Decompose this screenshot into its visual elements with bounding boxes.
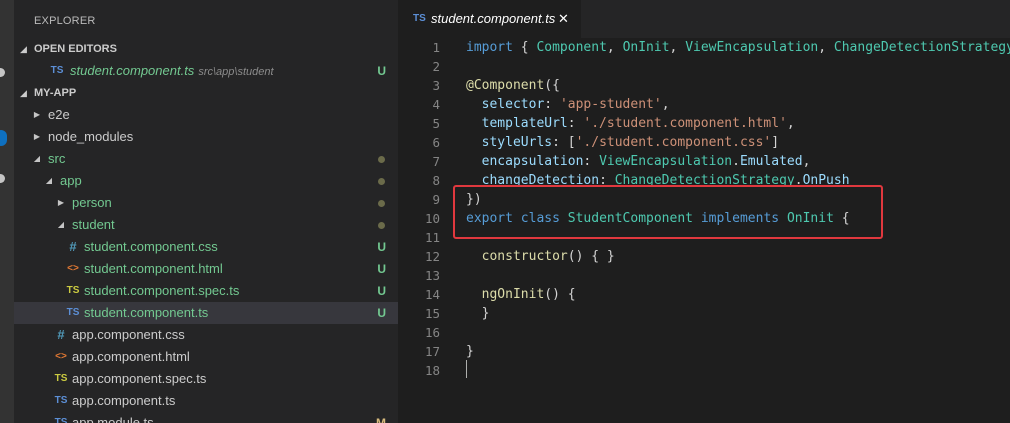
- line-number: 8: [432, 173, 440, 188]
- typescript-file-icon: TS: [54, 395, 68, 406]
- line-number: 18: [424, 363, 440, 378]
- git-status-badge: U: [377, 262, 386, 276]
- tree-file-student-ts[interactable]: TS student.component.ts U: [14, 302, 398, 324]
- tree-file-app-html[interactable]: <> app.component.html: [14, 346, 398, 368]
- git-status-badge: U: [377, 306, 386, 320]
- line-number: 1: [432, 40, 440, 55]
- tree-folder-student[interactable]: ◢ student: [14, 214, 398, 236]
- code-line: 4 selector: 'app-student',: [398, 95, 1010, 114]
- code-line: 14 ngOnInit() {: [398, 285, 1010, 304]
- css-file-icon: #: [69, 239, 77, 254]
- code-line: 1 import { Component, OnInit, ViewEncapsu…: [398, 38, 1010, 57]
- line-number: 4: [432, 97, 440, 112]
- chevron-right-icon: ▶: [57, 198, 65, 207]
- typescript-file-icon: TS: [66, 307, 80, 318]
- line-number: 14: [424, 287, 440, 302]
- line-number: 17: [424, 344, 440, 359]
- code-line: 5 templateUrl: './student.component.html…: [398, 114, 1010, 133]
- code-line: 7 encapsulation: ViewEncapsulation.Emula…: [398, 152, 1010, 171]
- git-status-badge: M: [376, 416, 386, 423]
- open-editor-path: src\app\student: [198, 66, 274, 78]
- tree-file-app-css[interactable]: # app.component.css: [14, 324, 398, 346]
- code-line: 15 }: [398, 304, 1010, 323]
- html-file-icon: <>: [55, 351, 67, 362]
- line-number: 16: [424, 325, 440, 340]
- tree-folder-e2e[interactable]: ▶ e2e: [14, 104, 398, 126]
- activity-indicator: [0, 174, 5, 183]
- line-number: 12: [424, 249, 440, 264]
- chevron-down-icon: ◢: [33, 154, 41, 163]
- modified-dot-icon: [378, 178, 385, 185]
- tree-folder-src[interactable]: ◢ src: [14, 148, 398, 170]
- modified-dot-icon: [378, 200, 385, 207]
- activity-indicator: [0, 68, 5, 77]
- tree-file-student-css[interactable]: # student.component.css U: [14, 236, 398, 258]
- annotation-highlight-box: [453, 185, 883, 239]
- tree-file-app-spec[interactable]: TS app.component.spec.ts: [14, 368, 398, 390]
- modified-dot-icon: [378, 156, 385, 163]
- open-editors-header[interactable]: ◢ OPEN EDITORS: [14, 38, 398, 60]
- line-number: 9: [432, 192, 440, 207]
- chevron-down-icon: ◢: [20, 88, 27, 98]
- code-line: 13: [398, 266, 1010, 285]
- tree-file-student-html[interactable]: <> student.component.html U: [14, 258, 398, 280]
- code-line: 12 constructor() { }: [398, 247, 1010, 266]
- git-status-badge: U: [377, 64, 386, 78]
- notification-badge-icon[interactable]: [0, 130, 7, 146]
- tree-file-student-spec[interactable]: TS student.component.spec.ts U: [14, 280, 398, 302]
- code-line: 18: [398, 361, 1010, 380]
- tab-student-component-ts[interactable]: TS student.component.ts ✕: [398, 0, 581, 38]
- chevron-down-icon: ◢: [45, 176, 53, 185]
- line-number: 3: [432, 78, 440, 93]
- code-line: 17}: [398, 342, 1010, 361]
- line-number: 11: [424, 230, 440, 245]
- typescript-file-icon: TS: [54, 417, 68, 423]
- tree-file-app-module[interactable]: TS app.module.ts M: [14, 412, 398, 423]
- code-line: 6 styleUrls: ['./student.component.css']: [398, 133, 1010, 152]
- tree-folder-node-modules[interactable]: ▶ node_modules: [14, 126, 398, 148]
- close-icon[interactable]: ✕: [558, 0, 569, 38]
- test-file-icon: TS: [54, 373, 68, 384]
- code-line: 3 @Component({: [398, 76, 1010, 95]
- code-line: 16: [398, 323, 1010, 342]
- code-line: 2: [398, 57, 1010, 76]
- line-number: 5: [432, 116, 440, 131]
- open-editor-item[interactable]: TS student.component.ts src\app\student U: [14, 60, 398, 82]
- chevron-down-icon: ◢: [20, 44, 27, 54]
- chevron-right-icon: ▶: [33, 132, 41, 141]
- chevron-right-icon: ▶: [33, 110, 41, 119]
- project-header[interactable]: ◢ MY-APP: [14, 82, 398, 104]
- typescript-file-icon: TS: [50, 65, 64, 76]
- chevron-down-icon: ◢: [57, 220, 65, 229]
- code-editor[interactable]: TS student.component.ts ✕ 1 import { Comp…: [398, 0, 1010, 423]
- line-number: 7: [432, 154, 440, 169]
- tree-folder-person[interactable]: ▶ person: [14, 192, 398, 214]
- typescript-file-icon: TS: [413, 13, 426, 24]
- line-number: 2: [432, 59, 440, 74]
- text-cursor: [466, 360, 467, 378]
- line-number: 13: [424, 268, 440, 283]
- modified-dot-icon: [378, 222, 385, 229]
- line-number: 15: [424, 306, 440, 321]
- tab-label: student.component.ts: [431, 11, 556, 26]
- code-area[interactable]: 1 import { Component, OnInit, ViewEncapsu…: [398, 38, 1010, 380]
- test-file-icon: TS: [66, 285, 80, 296]
- explorer-title: EXPLORER: [34, 15, 96, 27]
- css-file-icon: #: [57, 327, 65, 342]
- git-status-badge: U: [377, 240, 386, 254]
- html-file-icon: <>: [67, 263, 79, 274]
- open-editor-name: student.component.ts: [70, 63, 195, 78]
- tab-bar: TS student.component.ts ✕: [398, 0, 1010, 38]
- tree-folder-app[interactable]: ◢ app: [14, 170, 398, 192]
- explorer-sidebar: EXPLORER ◢ OPEN EDITORS TS student.compo…: [14, 0, 398, 423]
- git-status-badge: U: [377, 284, 386, 298]
- tree-file-app-ts[interactable]: TS app.component.ts: [14, 390, 398, 412]
- line-number: 10: [424, 211, 440, 226]
- line-number: 6: [432, 135, 440, 150]
- activity-bar: [0, 0, 14, 423]
